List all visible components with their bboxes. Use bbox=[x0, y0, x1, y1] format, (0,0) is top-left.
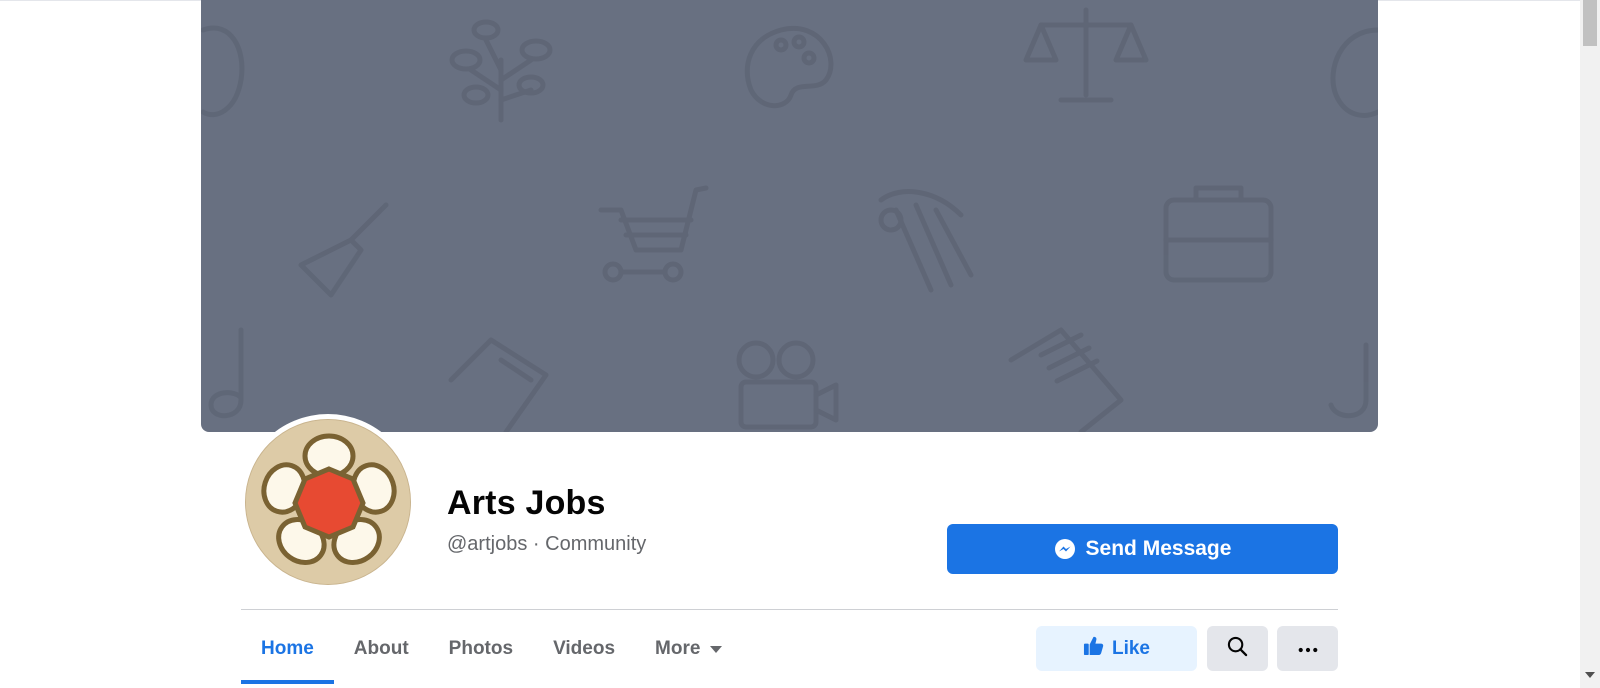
page-title: Arts Jobs bbox=[447, 484, 606, 522]
cart-icon bbox=[598, 185, 709, 283]
page-tabs: Home About Photos Videos More bbox=[241, 618, 742, 688]
header-divider bbox=[241, 609, 1338, 610]
apple-icon-right bbox=[1330, 27, 1378, 118]
scroll-down-arrow-icon[interactable] bbox=[1585, 672, 1595, 678]
send-message-button[interactable]: Send Message bbox=[947, 524, 1338, 574]
tab-photos-label: Photos bbox=[448, 638, 514, 659]
palette-icon bbox=[744, 25, 834, 109]
column-icon bbox=[878, 189, 974, 293]
send-message-label: Send Message bbox=[1085, 537, 1232, 560]
paintbrush-icon bbox=[298, 202, 389, 298]
thumbs-up-icon bbox=[1083, 635, 1104, 662]
book-icon bbox=[1008, 327, 1124, 432]
like-button[interactable]: Like bbox=[1036, 626, 1197, 671]
ticket-icon bbox=[448, 337, 549, 432]
tab-about[interactable]: About bbox=[334, 618, 429, 680]
music-note-icon bbox=[208, 327, 244, 419]
profile-picture[interactable] bbox=[245, 419, 411, 585]
caret-down-icon bbox=[710, 645, 723, 653]
page-handle: @artjobs bbox=[447, 533, 528, 555]
tab-photos[interactable]: Photos bbox=[429, 618, 533, 680]
music-note-icon-right bbox=[1328, 342, 1369, 419]
messenger-icon bbox=[1054, 538, 1076, 560]
more-options-button[interactable] bbox=[1277, 626, 1338, 671]
tab-more-label: More bbox=[655, 638, 701, 659]
scales-icon bbox=[1023, 7, 1149, 103]
apple-icon bbox=[201, 25, 245, 118]
cover-photo[interactable] bbox=[201, 0, 1378, 432]
subtitle-separator: · bbox=[527, 533, 546, 555]
page-category[interactable]: Community bbox=[545, 533, 646, 555]
cover-pattern bbox=[201, 7, 1378, 432]
page-root: Arts Jobs @artjobs · Community Send Mess… bbox=[0, 0, 1600, 688]
tab-home[interactable]: Home bbox=[241, 618, 334, 684]
tree-icon bbox=[449, 19, 553, 123]
tab-more[interactable]: More bbox=[635, 618, 742, 680]
search-button[interactable] bbox=[1207, 626, 1268, 671]
camera-icon bbox=[736, 340, 839, 430]
like-label: Like bbox=[1111, 637, 1151, 659]
flower-logo-icon bbox=[246, 420, 410, 584]
tab-videos-label: Videos bbox=[553, 638, 616, 659]
page-scrollbar[interactable] bbox=[1580, 0, 1600, 688]
tab-home-label: Home bbox=[261, 638, 314, 659]
search-icon bbox=[1227, 636, 1248, 662]
tab-videos[interactable]: Videos bbox=[533, 618, 635, 680]
profile-picture-frame[interactable] bbox=[240, 414, 416, 590]
briefcase-icon bbox=[1163, 185, 1274, 283]
scrollbar-thumb[interactable] bbox=[1583, 0, 1597, 46]
tab-about-label: About bbox=[353, 638, 409, 659]
page-subtitle: @artjobs · Community bbox=[447, 533, 646, 556]
ellipsis-icon bbox=[1298, 640, 1318, 658]
